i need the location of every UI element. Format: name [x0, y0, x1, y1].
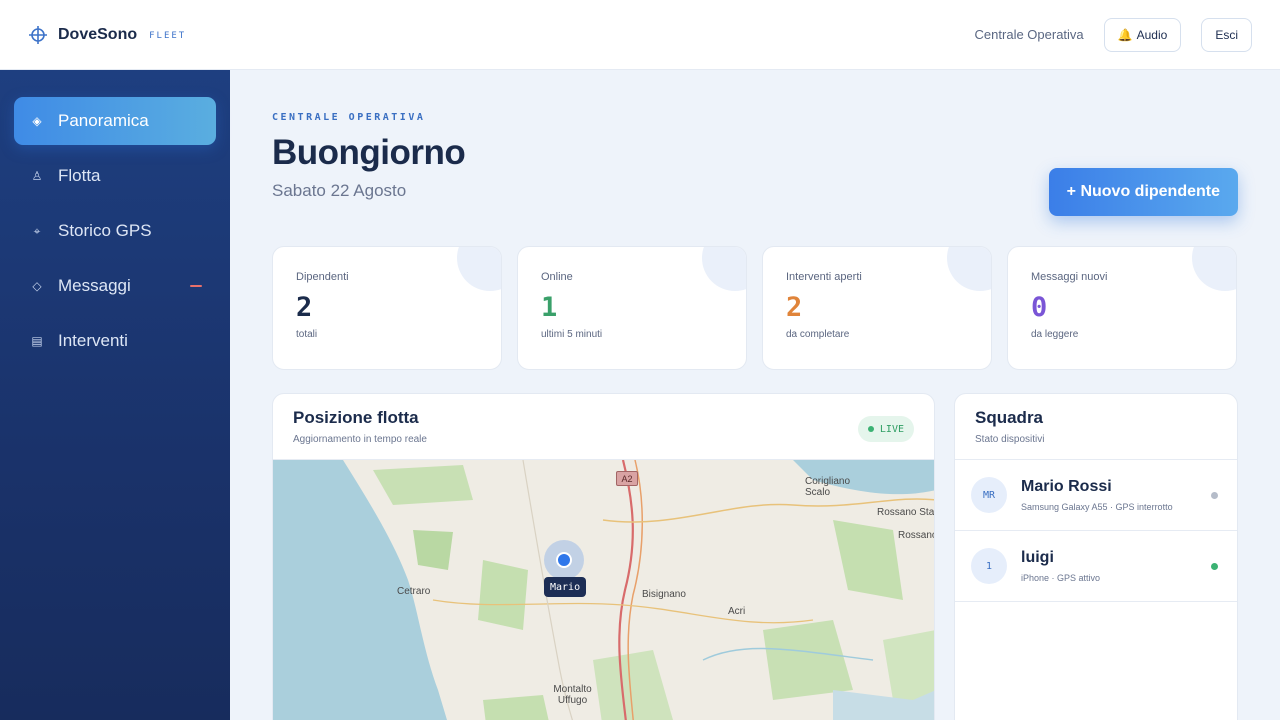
crosshair-icon: ⌖ — [33, 223, 41, 238]
message-icon: ◇ — [32, 279, 42, 293]
list-icon: ▤ — [31, 334, 43, 348]
stat-value: 1 — [541, 292, 558, 323]
section-eyebrow: CENTRALE OPERATIVA — [272, 112, 426, 123]
map-panel-title: Posizione flotta — [293, 408, 419, 427]
avatar: 1 — [971, 548, 1007, 584]
sidebar-item-flotta[interactable]: ♙ Flotta — [14, 152, 216, 200]
sidebar-item-label: Panoramica — [58, 111, 149, 130]
stat-sub: da leggere — [1031, 329, 1079, 340]
logout-button[interactable]: Esci — [1201, 17, 1252, 52]
member-name: luigi — [1021, 549, 1054, 566]
stat-sub: ultimi 5 minuti — [541, 329, 603, 340]
location-marker[interactable] — [556, 552, 572, 568]
brand[interactable]: DoveSono FLEET — [28, 25, 186, 45]
stat-card-new-messages: Messaggi nuovi 0 da leggere — [1007, 246, 1237, 370]
live-badge: LIVE — [857, 416, 914, 442]
sidebar-item-label: Interventi — [58, 331, 128, 350]
offline-status-icon — [1211, 492, 1218, 499]
marker-label: Mario — [544, 577, 587, 597]
sidebar: ◈ Panoramica ♙ Flotta ⌖ Storico GPS ◇ Me… — [0, 70, 230, 720]
stat-card-employees: Dipendenti 2 totali — [272, 246, 502, 370]
stat-label: Messaggi nuovi — [1031, 271, 1108, 283]
map-place-label: Bisignano — [642, 589, 686, 600]
audio-button-label: Audio — [1136, 27, 1168, 42]
card-decoration — [702, 247, 746, 291]
sidebar-item-label: Flotta — [58, 166, 101, 185]
stat-value: 2 — [296, 292, 313, 323]
map-place-label: Corigliano Scalo — [805, 476, 851, 498]
fleet-map[interactable]: A2 Corigliano Scalo Rossano Sta Rossano … — [273, 460, 935, 720]
sidebar-item-interventi[interactable]: ▤ Interventi — [14, 317, 216, 365]
bell-icon: 🔔 — [1117, 27, 1133, 42]
team-panel-title: Squadra — [975, 408, 1044, 427]
stat-value: 0 — [1031, 292, 1048, 323]
sidebar-item-label: Storico GPS — [58, 221, 152, 240]
page-title: Buongiorno — [272, 133, 466, 172]
live-dot-icon — [867, 426, 874, 432]
map-place-label: Acri — [728, 606, 746, 617]
sidebar-item-messaggi[interactable]: ◇ Messaggi — [14, 262, 216, 310]
sidebar-item-storico-gps[interactable]: ⌖ Storico GPS — [14, 207, 216, 255]
stat-value: 2 — [786, 292, 803, 323]
sidebar-item-panoramica[interactable]: ◈ Panoramica — [14, 97, 216, 145]
audio-button[interactable]: 🔔 Audio — [1103, 17, 1182, 52]
unread-badge — [190, 285, 202, 287]
add-employee-button[interactable]: + Nuovo dipendente — [1048, 168, 1238, 216]
team-member-row[interactable]: MR Mario Rossi Samsung Galaxy A55 · GPS … — [955, 460, 1237, 531]
map-place-label: Montalto Uffugo — [553, 684, 592, 706]
map-place-label: Cetraro — [397, 586, 431, 597]
card-decoration — [457, 247, 501, 291]
stat-sub: totali — [296, 329, 318, 340]
stat-label: Dipendenti — [296, 271, 349, 283]
map-panel-header: Posizione flotta Aggiornamento in tempo … — [273, 394, 934, 460]
avatar: MR — [971, 477, 1007, 513]
card-decoration — [1192, 247, 1236, 291]
map-panel-subtitle: Aggiornamento in tempo reale — [293, 434, 427, 445]
main-content: CENTRALE OPERATIVA Buongiorno Sabato 22 … — [230, 70, 1280, 720]
brand-tag: FLEET — [149, 31, 187, 41]
online-status-icon — [1211, 563, 1218, 570]
operations-center-link[interactable]: Centrale Operativa — [975, 27, 1084, 42]
highway-shield: A2 — [616, 471, 638, 486]
card-decoration — [947, 247, 991, 291]
map-place-label: Rossano Sta — [877, 507, 935, 518]
top-bar: DoveSono FLEET Centrale Operativa 🔔 Audi… — [0, 0, 1280, 70]
fleet-map-panel: Posizione flotta Aggiornamento in tempo … — [272, 393, 935, 720]
team-panel: Squadra Stato dispositivi MR Mario Rossi… — [954, 393, 1238, 720]
stat-card-online: Online 1 ultimi 5 minuti — [517, 246, 747, 370]
stat-sub: da completare — [786, 329, 850, 340]
live-label: LIVE — [879, 423, 904, 435]
member-name: Mario Rossi — [1021, 478, 1112, 495]
team-member-row[interactable]: 1 luigi iPhone · GPS attivo — [955, 531, 1237, 602]
team-panel-header: Squadra Stato dispositivi — [955, 394, 1237, 460]
stat-label: Online — [541, 271, 573, 283]
crosshair-logo-icon — [28, 25, 48, 45]
stat-label: Interventi aperti — [786, 271, 862, 283]
stat-card-open-interventions: Interventi aperti 2 da completare — [762, 246, 992, 370]
diamond-icon: ◈ — [32, 114, 42, 128]
member-device: Samsung Galaxy A55 · GPS interrotto — [1021, 502, 1173, 512]
member-device: iPhone · GPS attivo — [1021, 573, 1101, 583]
map-base — [273, 460, 934, 720]
team-panel-subtitle: Stato dispositivi — [975, 434, 1045, 445]
person-icon: ♙ — [31, 169, 43, 183]
sidebar-item-label: Messaggi — [58, 276, 131, 295]
brand-name: DoveSono — [58, 25, 138, 43]
map-place-label: Rossano — [898, 530, 935, 541]
stats-row: Dipendenti 2 totali Online 1 ultimi 5 mi… — [272, 246, 1237, 370]
